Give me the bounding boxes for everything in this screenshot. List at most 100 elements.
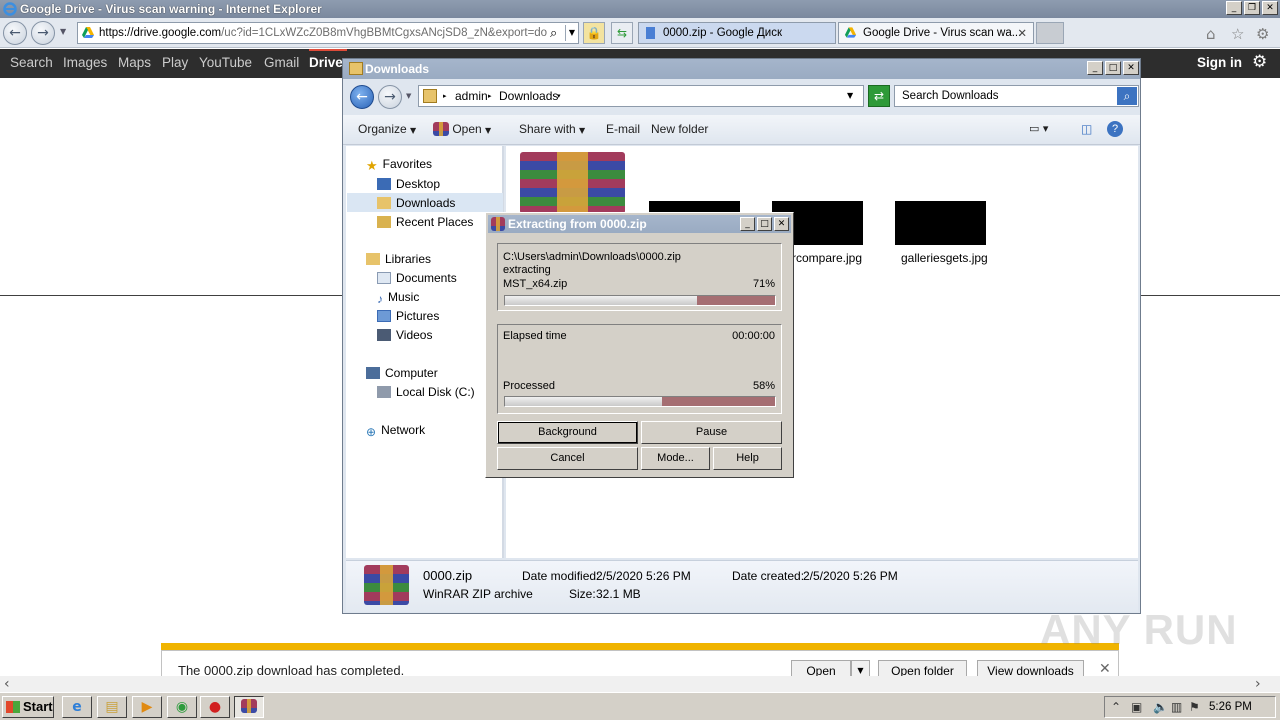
chevron-down-icon: ▼ <box>485 126 492 135</box>
explorer-forward-button[interactable]: → <box>378 85 402 109</box>
minimize-button[interactable]: _ <box>1226 1 1242 15</box>
settings-gear-icon[interactable]: ⚙ <box>1252 52 1267 72</box>
breadcrumb-arrow-icon[interactable]: ▾ <box>557 92 561 100</box>
tree-downloads[interactable]: Downloads <box>347 193 503 212</box>
breadcrumb-downloads[interactable]: Downloads <box>499 89 558 103</box>
gbar-maps-link[interactable]: Maps <box>118 55 151 70</box>
share-with-menu[interactable]: Share with ▼ <box>519 122 585 136</box>
download-bar-close-icon[interactable]: ✕ <box>1099 661 1111 677</box>
breadcrumb-arrow-icon[interactable]: ▸ <box>488 92 492 100</box>
volume-icon[interactable]: 🔈 <box>1153 700 1168 714</box>
tree-pictures[interactable]: Pictures <box>377 309 439 323</box>
hard-disk-icon <box>377 386 391 398</box>
explorer-close-button[interactable]: ✕ <box>1123 61 1139 75</box>
tray-app-icon[interactable]: ▣ <box>1131 700 1142 714</box>
libraries-icon <box>366 253 380 265</box>
new-folder-button[interactable]: New folder <box>651 122 708 136</box>
favorites-star-icon[interactable]: ☆ <box>1231 25 1244 43</box>
page-divider <box>1141 295 1280 296</box>
organize-menu[interactable]: Organize ▼ <box>358 122 416 136</box>
close-button[interactable]: ✕ <box>1262 1 1278 15</box>
address-dropdown-icon[interactable]: ▼ <box>565 25 578 41</box>
breadcrumb-admin[interactable]: admin <box>455 89 488 103</box>
help-button[interactable]: Help <box>713 447 782 470</box>
tab-google-drive[interactable]: Google Drive - Virus scan wa... ✕ <box>838 22 1034 44</box>
tab-close-icon[interactable]: ✕ <box>1017 23 1027 43</box>
tray-expand-icon[interactable]: ⌃ <box>1111 700 1121 714</box>
address-url[interactable]: https://drive.google.com/uc?id=1CLxWZcZ0… <box>99 27 547 39</box>
tree-videos[interactable]: Videos <box>377 328 432 342</box>
extract-minimize-button[interactable]: _ <box>740 217 755 231</box>
file-name[interactable]: rcompare.jpg <box>792 251 862 265</box>
help-icon[interactable]: ? <box>1107 121 1123 137</box>
background-button[interactable]: Background <box>497 421 638 444</box>
back-button[interactable]: ← <box>3 21 27 45</box>
size-label: Size: <box>569 587 596 601</box>
taskbar-ie-icon[interactable]: e <box>62 696 92 718</box>
sign-in-link[interactable]: Sign in <box>1197 55 1242 70</box>
preview-pane-icon[interactable]: ◫ <box>1081 122 1092 136</box>
mode-button[interactable]: Mode... <box>641 447 710 470</box>
forward-button[interactable]: → <box>31 21 55 45</box>
gbar-drive-link[interactable]: Drive <box>309 55 343 70</box>
tree-favorites[interactable]: ★ Favorites <box>366 157 432 173</box>
scroll-right-icon[interactable]: › <box>1255 676 1261 692</box>
tree-music[interactable]: ♪ Music <box>377 290 419 306</box>
change-view-icon[interactable]: ▭ ▾ <box>1029 122 1048 135</box>
image-thumbnail[interactable] <box>895 201 986 245</box>
tab-0000-zip[interactable]: 0000.zip - Google Диск <box>638 22 836 44</box>
taskbar-explorer-icon[interactable]: ▤ <box>97 696 127 718</box>
refresh-icon[interactable]: ⇆ <box>611 22 633 44</box>
tree-libraries[interactable]: Libraries <box>366 252 431 266</box>
taskbar-winrar-icon[interactable] <box>234 696 264 718</box>
explorer-maximize-button[interactable]: □ <box>1105 61 1121 75</box>
extract-maximize-button[interactable]: □ <box>757 217 772 231</box>
scroll-left-icon[interactable]: ‹ <box>4 676 10 692</box>
recent-pages-dropdown-icon[interactable]: ▼ <box>60 27 66 36</box>
pause-button[interactable]: Pause <box>641 421 782 444</box>
file-name[interactable]: galleriesgets.jpg <box>901 251 988 265</box>
tree-local-disk[interactable]: Local Disk (C:) <box>377 385 475 399</box>
horizontal-scrollbar[interactable]: ‹ › <box>0 676 1280 692</box>
address-history-dropdown-icon[interactable]: ▼ <box>847 91 853 100</box>
explorer-history-dropdown-icon[interactable]: ▼ <box>406 92 411 100</box>
cancel-button[interactable]: Cancel <box>497 447 638 470</box>
taskbar-media-player-icon[interactable]: ▶ <box>132 696 162 718</box>
open-menu[interactable]: Open ▼ <box>433 122 491 136</box>
extract-dialog: Extracting from 0000.zip _ □ ✕ C:\Users\… <box>485 212 794 478</box>
gbar-gmail-link[interactable]: Gmail <box>264 55 299 70</box>
gbar-search-link[interactable]: Search <box>10 55 53 70</box>
lock-icon[interactable]: 🔒 <box>583 22 605 44</box>
explorer-refresh-button[interactable]: ⇄ <box>868 85 890 107</box>
explorer-minimize-button[interactable]: _ <box>1087 61 1103 75</box>
start-button[interactable]: Start <box>2 696 54 718</box>
search-icon[interactable]: ⌕ <box>1117 87 1137 105</box>
home-icon[interactable]: ⌂ <box>1206 25 1216 43</box>
tree-desktop[interactable]: Desktop <box>377 177 440 191</box>
document-icon <box>646 27 655 39</box>
action-center-flag-icon[interactable]: ⚑ <box>1189 700 1200 714</box>
search-icon[interactable]: ⌕ <box>550 26 557 41</box>
explorer-search-box[interactable]: Search Downloads ⌕ <box>894 85 1139 107</box>
explorer-back-button[interactable]: ← <box>350 85 374 109</box>
new-tab-button[interactable] <box>1036 22 1064 44</box>
gbar-play-link[interactable]: Play <box>162 55 188 70</box>
gbar-images-link[interactable]: Images <box>63 55 107 70</box>
tree-documents[interactable]: Documents <box>377 271 457 285</box>
tree-network[interactable]: ⊕ Network <box>366 423 425 439</box>
tree-recent-places[interactable]: Recent Places <box>377 215 473 229</box>
tree-computer[interactable]: Computer <box>366 366 438 380</box>
email-button[interactable]: E-mail <box>606 122 640 136</box>
zip-file-thumbnail[interactable] <box>520 152 625 214</box>
restore-button[interactable]: ❐ <box>1244 1 1260 15</box>
address-bar[interactable]: https://drive.google.com/uc?id=1CLxWZcZ0… <box>77 22 579 44</box>
clock[interactable]: 5:26 PM <box>1209 701 1252 713</box>
taskbar-chrome-icon[interactable]: ◉ <box>167 696 197 718</box>
taskbar-opera-icon[interactable]: ● <box>200 696 230 718</box>
breadcrumb-arrow-icon[interactable]: ▸ <box>443 92 447 100</box>
breadcrumb[interactable]: ▸ admin ▸ Downloads ▾ ▼ <box>418 85 864 107</box>
tools-gear-icon[interactable]: ⚙ <box>1256 25 1269 43</box>
network-tray-icon[interactable]: ▥ <box>1171 700 1182 714</box>
extract-close-button[interactable]: ✕ <box>774 217 789 231</box>
gbar-youtube-link[interactable]: YouTube <box>199 55 252 70</box>
